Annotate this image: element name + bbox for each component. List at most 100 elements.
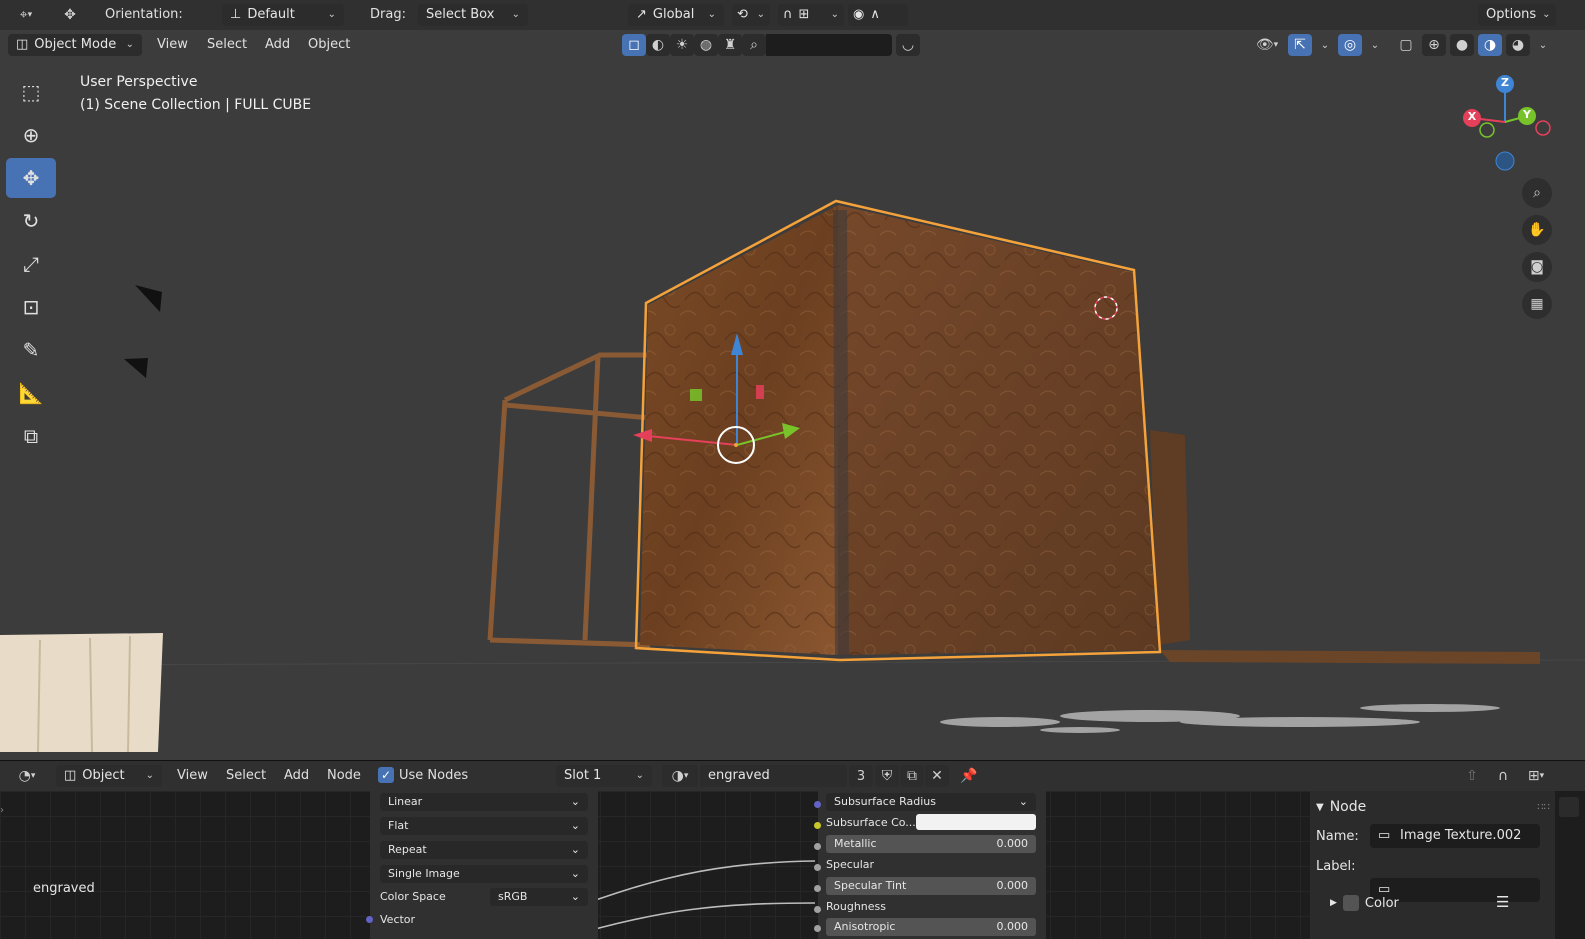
menu-view[interactable]: View <box>177 768 208 783</box>
select-box-icon[interactable]: ⬚ <box>6 72 56 112</box>
menu-select[interactable]: Select <box>226 768 266 783</box>
specular-socket[interactable] <box>814 864 821 871</box>
measure-tool-icon[interactable]: 📐 <box>6 373 56 413</box>
orientation-dropdown[interactable]: ⊥ Default ⌄ <box>222 4 344 26</box>
node-section-header[interactable]: ▼ Node ∷∷ <box>1316 795 1550 819</box>
source-dropdown[interactable]: Single Image ⌄ <box>380 865 588 883</box>
scale-tool-icon[interactable]: ⤢ <box>6 244 56 284</box>
source-value: Single Image <box>388 867 460 880</box>
menu-add[interactable]: Add <box>284 768 309 783</box>
slot-dropdown[interactable]: Slot 1 ⌄ <box>556 765 652 787</box>
drag-dropdown[interactable]: Select Box ⌄ <box>418 4 528 26</box>
axes-icon: ⊥ <box>230 7 242 22</box>
menu-node[interactable]: Node <box>327 768 361 783</box>
add-cube-tool-icon[interactable]: ⧉ <box>6 416 56 456</box>
shader-type-dropdown[interactable]: ◫ Object ⌄ <box>56 765 162 787</box>
metallic-slider[interactable]: Metallic 0.000 <box>826 835 1036 853</box>
extension-dropdown[interactable]: Repeat ⌄ <box>380 841 588 859</box>
visibility-icon[interactable]: 👁 ▾ <box>1250 34 1284 56</box>
interpolation-dropdown[interactable]: Linear ⌄ <box>380 793 588 811</box>
material-name-field[interactable]: engraved <box>700 765 847 787</box>
specular-tint-slider[interactable]: Specular Tint 0.000 <box>826 877 1036 895</box>
color-checkbox[interactable] <box>1342 895 1359 911</box>
pin-icon[interactable]: 📌 <box>957 765 981 787</box>
pan-hand-icon[interactable]: ✋ <box>1522 215 1552 245</box>
subsurface-radius-dropdown[interactable]: Subsurface Radius ⌄ <box>826 793 1036 811</box>
drag-label: Drag: <box>370 7 406 22</box>
chevron-right-icon[interactable]: › <box>0 805 4 816</box>
menu-view[interactable]: View <box>157 37 188 52</box>
roughness-socket[interactable] <box>814 906 821 913</box>
cursor-tool-icon[interactable]: ⊕ <box>6 115 56 155</box>
snap-icon[interactable]: ∩ <box>1491 765 1515 787</box>
rotate-tool-icon[interactable]: ↻ <box>6 201 56 241</box>
material-user-count[interactable]: 3 <box>849 765 873 787</box>
fake-user-shield-icon[interactable]: ⛨ <box>875 765 899 787</box>
menu-object[interactable]: Object <box>308 37 350 52</box>
gizmo-toggle-icon[interactable]: ⇱ <box>1288 34 1312 56</box>
proportional-edit-dropdown[interactable]: ◉ ∧ <box>848 4 908 26</box>
color-subpanel[interactable]: ▶ Color <box>1330 895 1399 911</box>
options-dropdown[interactable]: Options ⌄ <box>1478 4 1556 26</box>
zoom-icon[interactable]: ⌕ <box>1522 178 1552 208</box>
metallic-value: 0.000 <box>996 837 1029 850</box>
subsurface-color-swatch[interactable] <box>916 814 1036 830</box>
principled-bsdf-node[interactable]: Subsurface Radius ⌄ Subsurface Co... Meta… <box>814 791 1046 939</box>
list-preset-icon[interactable]: ☰ <box>1496 893 1509 911</box>
snap-dropdown[interactable]: ∩ ⊞ ⌄ <box>778 4 844 26</box>
subsurface-radius-socket[interactable] <box>814 801 821 808</box>
duplicate-material-icon[interactable]: ⧉ <box>900 765 924 787</box>
annotate-tool-icon[interactable]: ✎ <box>6 330 56 370</box>
chevron-down-icon[interactable]: ⌄ <box>1316 34 1334 56</box>
projection-dropdown[interactable]: Flat ⌄ <box>380 817 588 835</box>
editor-type-icon[interactable]: ⌖ ▾ <box>6 4 46 26</box>
wireframe-shading-icon[interactable]: ⊕ <box>1422 34 1446 56</box>
transform-tool-icon[interactable]: ⊡ <box>6 287 56 327</box>
material-browse-icon[interactable]: ◑ ▾ <box>662 765 698 787</box>
material-preview-shading-icon[interactable]: ◑ <box>1478 34 1502 56</box>
anisotropic-socket[interactable] <box>814 925 821 932</box>
node-name-field[interactable]: ▭ Image Texture.002 <box>1370 824 1540 848</box>
filter-toggle-icon[interactable]: ◡ <box>896 34 920 56</box>
transform-orientation-dropdown[interactable]: ↗ Global ⌄ <box>628 4 724 26</box>
use-nodes-toggle[interactable]: ✓ Use Nodes <box>378 767 468 783</box>
drag-handle-icon[interactable]: ∷∷ <box>1537 802 1550 813</box>
select-box-filter-icon[interactable]: ◻ <box>622 34 646 56</box>
unlink-close-icon[interactable]: ✕ <box>925 765 949 787</box>
pivot-point-dropdown[interactable]: ⟲ ⌄ <box>732 4 770 26</box>
color-space-dropdown[interactable]: sRGB ⌄ <box>490 888 588 906</box>
light-filter-icon[interactable]: ☀ <box>670 34 694 56</box>
checkbox-checked-icon[interactable]: ✓ <box>378 767 394 783</box>
snap-element-icon[interactable]: ⊞ ▾ <box>1518 765 1554 787</box>
3d-viewport[interactable]: Z X Y User Perspective (1) Scene Collect… <box>0 0 1585 760</box>
image-texture-node[interactable]: Linear ⌄ Flat ⌄ Repeat ⌄ Single Image ⌄ Colo… <box>366 791 598 939</box>
rendered-shading-icon[interactable]: ◕ <box>1506 34 1530 56</box>
search-input[interactable] <box>766 34 892 56</box>
subsurface-color-socket[interactable] <box>814 822 821 829</box>
camera-filter-icon[interactable]: ♜ <box>718 34 742 56</box>
shader-editor[interactable]: ◔ ▾ ◫ Object ⌄ View Select Add Node ✓ Use… <box>0 760 1585 939</box>
shader-editor-header: ◔ ▾ ◫ Object ⌄ View Select Add Node ✓ Use… <box>0 761 1585 791</box>
vector-socket[interactable] <box>366 916 373 923</box>
search-icon[interactable]: ⌕ <box>742 34 766 56</box>
perspective-grid-icon[interactable]: ▦ <box>1522 289 1552 319</box>
move-tool-icon[interactable]: ✥ <box>6 158 56 198</box>
sidebar-tab-node[interactable] <box>1559 797 1579 817</box>
anisotropic-slider[interactable]: Anisotropic 0.000 <box>826 918 1036 936</box>
metallic-socket[interactable] <box>814 843 821 850</box>
menu-select[interactable]: Select <box>207 37 247 52</box>
shading-filter-icon[interactable]: ◐ <box>646 34 670 56</box>
chevron-down-icon[interactable]: ⌄ <box>1366 34 1384 56</box>
overlays-toggle-icon[interactable]: ◎ <box>1338 34 1362 56</box>
parent-node-tree-icon[interactable]: ⇧ <box>1460 765 1484 787</box>
camera-view-icon[interactable]: ◙ <box>1522 252 1552 282</box>
specular-tint-socket[interactable] <box>814 885 821 892</box>
chevron-down-icon[interactable]: ⌄ <box>1534 34 1552 56</box>
mode-dropdown[interactable]: ◫ Object Mode ⌄ <box>8 34 142 56</box>
world-filter-icon[interactable]: ◍ <box>694 34 718 56</box>
solid-shading-icon[interactable]: ● <box>1450 34 1474 56</box>
menu-add[interactable]: Add <box>265 37 290 52</box>
editor-type-icon[interactable]: ◔ ▾ <box>8 765 46 787</box>
chevron-down-icon: ⌄ <box>635 770 644 781</box>
xray-toggle-icon[interactable]: ▢ <box>1394 34 1418 56</box>
